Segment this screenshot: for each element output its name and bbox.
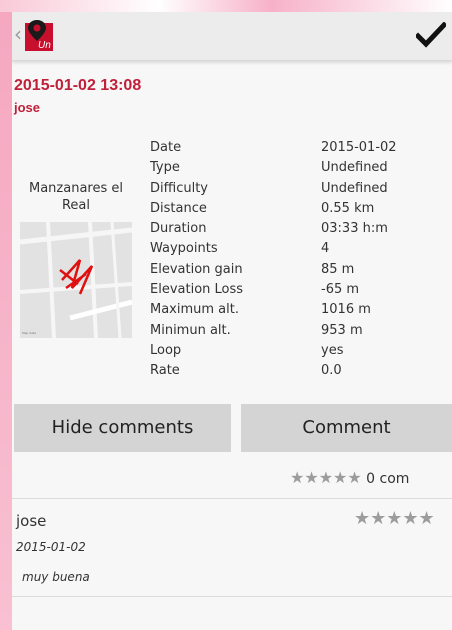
svg-text:Map data: Map data — [22, 331, 36, 335]
route-title: 2015-01-02 13:08 — [14, 77, 142, 94]
detail-value: 953 m — [321, 322, 363, 338]
detail-label: Rate — [150, 363, 180, 379]
logo-text: Un — [38, 40, 51, 51]
divider — [12, 498, 452, 499]
detail-label: Distance — [150, 200, 207, 216]
detail-value: 03:33 h:m — [321, 221, 388, 237]
detail-row: Difficulty Undefined — [150, 179, 450, 199]
detail-value: 2015-01-02 — [321, 140, 397, 155]
detail-row: Waypoints 4 — [150, 239, 450, 259]
detail-row: Elevation Loss -65 m — [150, 280, 450, 300]
chevron-left-icon[interactable]: ‹ — [14, 22, 22, 46]
pink-background-edge — [0, 0, 12, 630]
detail-row: Minimun alt. 953 m — [150, 321, 450, 341]
detail-row: Loop yes — [150, 341, 450, 361]
comment-stars-icon: ★★★★★ — [354, 508, 435, 529]
detail-value: 4 — [321, 241, 330, 257]
comment-user: jose — [16, 512, 47, 530]
comment-text: muy buena — [22, 570, 90, 584]
rating-count: 0 com — [366, 471, 410, 487]
detail-row: Rate 0.0 — [150, 361, 450, 381]
detail-value: 1016 m — [321, 302, 371, 318]
detail-row: Type Undefined — [150, 158, 450, 178]
detail-label: Difficulty — [150, 180, 208, 196]
detail-label: Loop — [150, 342, 182, 358]
detail-row: Maximum alt. 1016 m — [150, 300, 450, 320]
route-map-thumbnail[interactable]: Map data — [20, 222, 132, 338]
route-rating: ★★★★★ 0 com — [290, 468, 409, 487]
detail-row: Distance 0.55 km — [150, 199, 450, 219]
detail-value: Undefined — [321, 160, 388, 176]
detail-value: -65 m — [321, 282, 360, 298]
detail-label: Date — [150, 140, 182, 155]
app-screen: ‹ Un 2015-01-02 13:08 jose Manzanares el… — [12, 12, 452, 630]
action-bar: ‹ Un — [12, 12, 452, 61]
detail-label: Duration — [150, 221, 207, 237]
pink-background-top — [0, 0, 452, 12]
map-pin-logo[interactable]: Un — [25, 19, 57, 51]
hide-comments-button[interactable]: Hide comments — [14, 404, 231, 452]
divider — [12, 596, 452, 597]
detail-value: 85 m — [321, 261, 355, 277]
detail-row: Duration 03:33 h:m — [150, 219, 450, 239]
detail-label: Minimun alt. — [150, 322, 231, 338]
route-details: Date 2015-01-02 Type Undefined Difficulty Und… — [150, 138, 450, 382]
detail-row: Date 2015-01-02 — [150, 138, 450, 158]
detail-value: Undefined — [321, 180, 388, 196]
detail-row: Elevation gain 85 m — [150, 260, 450, 280]
detail-label: Waypoints — [150, 241, 218, 257]
rating-stars-icon[interactable]: ★★★★★ — [290, 468, 362, 487]
comment-date: 2015-01-02 — [16, 540, 86, 554]
detail-value: 0.55 km — [321, 200, 375, 216]
checkmark-icon[interactable] — [416, 22, 446, 48]
comment-button[interactable]: Comment — [241, 404, 452, 452]
detail-label: Elevation Loss — [150, 282, 244, 298]
detail-label: Elevation gain — [150, 261, 243, 277]
detail-label: Type — [150, 160, 180, 176]
route-place: Manzanares el Real — [29, 181, 123, 213]
detail-value: 0.0 — [321, 363, 342, 379]
route-user: jose — [14, 100, 41, 115]
detail-label: Maximum alt. — [150, 302, 239, 318]
detail-value: yes — [321, 342, 344, 358]
